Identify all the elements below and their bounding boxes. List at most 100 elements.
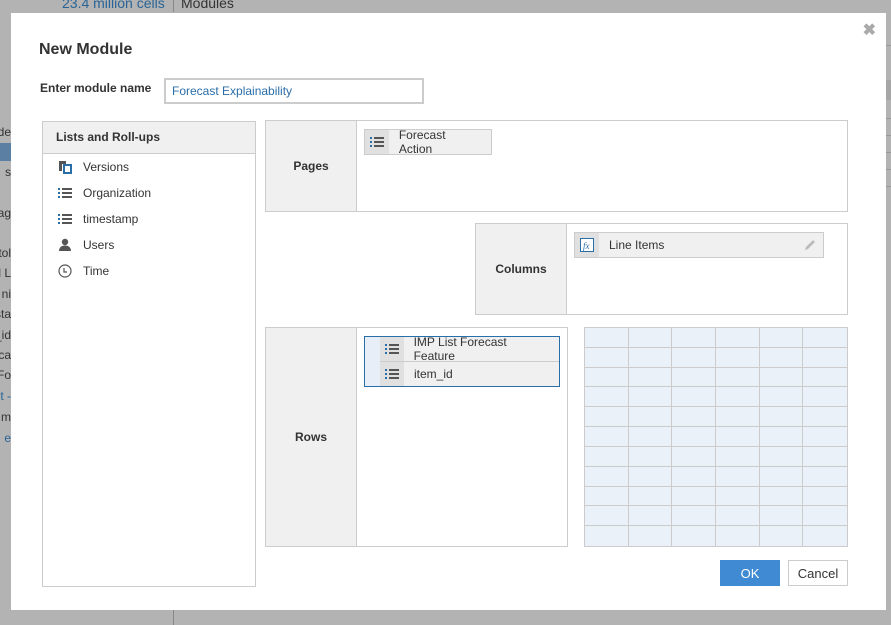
preview-grid-cell: [628, 446, 673, 467]
preview-grid-cell: [803, 487, 847, 507]
bg-fragment: tol: [0, 246, 11, 260]
list-item-label: Organization: [83, 186, 152, 200]
bg-fragment: Fo: [0, 368, 11, 382]
rows-chip-imp-list-forecast-feature[interactable]: IMP List Forecast Feature: [380, 335, 559, 363]
preview-grid-cell: [759, 486, 804, 507]
list-icon: [365, 130, 389, 154]
bg-fragment: l L: [0, 266, 11, 280]
preview-grid-cell: [716, 367, 760, 388]
preview-grid-cell: [628, 506, 673, 527]
cells-count-link[interactable]: 23.4 million cells: [62, 0, 165, 11]
divider: [173, 610, 174, 625]
list-item-organization[interactable]: Organization: [43, 180, 255, 206]
chip-label: Forecast Action: [398, 128, 446, 156]
preview-grid-cell: [585, 387, 629, 408]
preview-grid: [584, 327, 848, 547]
bg-fragment: m: [1, 410, 11, 424]
rows-group[interactable]: IMP List Forecast Feature item_id: [364, 335, 560, 387]
preview-grid-cell: [628, 367, 673, 388]
preview-grid-cell: [803, 348, 847, 368]
bg-selected-row: [0, 143, 11, 161]
preview-grid-cell: [803, 407, 847, 428]
list-icon: [380, 337, 404, 361]
preview-grid-cell: [672, 407, 716, 428]
columns-dropzone[interactable]: Columns fx Line Items: [475, 223, 848, 315]
preview-grid-cell: [803, 526, 847, 546]
preview-grid-cell: [585, 446, 629, 467]
list-icon: [380, 362, 404, 386]
chip-label: Line Items: [609, 238, 665, 252]
list-item-time[interactable]: Time: [43, 258, 255, 284]
preview-grid-cell: [672, 486, 716, 507]
preview-grid-cell: [759, 407, 804, 428]
preview-grid-cell: [672, 446, 716, 467]
preview-grid-cell: [759, 466, 804, 487]
preview-grid-cell: [803, 368, 847, 388]
rows-dropzone[interactable]: Rows IMP List Forecast Feature item_id: [265, 327, 568, 547]
preview-grid-cell: [585, 486, 629, 507]
columns-chip-line-items[interactable]: fx Line Items: [574, 232, 824, 258]
preview-grid-cell: [759, 387, 804, 408]
preview-grid-cell: [628, 407, 673, 428]
preview-grid-cell: [759, 506, 804, 527]
list-item-label: Versions: [83, 160, 130, 174]
user-icon: [57, 238, 73, 252]
versions-icon: [57, 160, 73, 174]
preview-grid-cell: [585, 328, 629, 348]
preview-grid-cell: [716, 347, 760, 368]
module-name-input[interactable]: [164, 78, 424, 104]
close-icon[interactable]: ✖: [863, 20, 876, 40]
preview-grid-cell: [716, 328, 760, 348]
bg-fragment: de: [0, 125, 11, 139]
preview-grid-cell: [759, 347, 804, 368]
background-header: 23.4 million cells Modules: [0, 0, 891, 12]
chip-label: IMP List Forecast Feature: [413, 335, 507, 363]
bg-fragment: t -: [0, 389, 11, 403]
preview-grid-cell: [803, 506, 847, 527]
dialog-title: New Module: [39, 41, 133, 58]
preview-grid-cell: [672, 526, 716, 546]
pages-chip-forecast-action[interactable]: Forecast Action: [364, 128, 492, 156]
preview-grid-cell: [716, 446, 760, 467]
list-item-users[interactable]: Users: [43, 232, 255, 258]
bg-fragment: ni: [1, 287, 11, 301]
list-item-timestamp[interactable]: timestamp: [43, 206, 255, 232]
ok-button[interactable]: OK: [720, 560, 780, 586]
preview-grid-cell: [803, 328, 847, 348]
preview-grid-cell: [672, 347, 716, 368]
preview-grid-cell: [585, 526, 629, 546]
preview-grid-cell: [585, 427, 629, 447]
preview-grid-cell: [803, 387, 847, 408]
preview-grid-cell: [629, 526, 673, 546]
preview-grid-cell: [716, 407, 760, 428]
bg-fragment: ag: [0, 206, 11, 220]
preview-grid-cell: [759, 446, 804, 467]
modules-tab[interactable]: Modules: [181, 0, 234, 11]
pencil-icon[interactable]: [803, 238, 817, 252]
list-item-label: Time: [83, 264, 110, 278]
fx-icon: fx: [575, 233, 599, 257]
preview-grid-cell: [585, 367, 629, 388]
preview-grid-cell: [716, 387, 760, 408]
pages-dropzone[interactable]: Pages Forecast Action: [265, 120, 848, 212]
cancel-button[interactable]: Cancel: [788, 560, 848, 586]
preview-grid-cell: [672, 506, 716, 527]
rows-chip-item-id[interactable]: item_id: [380, 362, 559, 386]
chip-label: item_id: [414, 367, 453, 381]
preview-grid-cell: [803, 427, 847, 447]
list-item-versions[interactable]: Versions: [43, 154, 255, 180]
preview-grid-cell: [716, 526, 760, 546]
preview-grid-cell: [672, 367, 716, 388]
list-item-label: Users: [83, 238, 115, 252]
preview-grid-cell: [672, 328, 716, 348]
preview-grid-cell: [803, 447, 847, 467]
columns-label: Columns: [476, 224, 567, 314]
preview-grid-cell: [672, 387, 716, 408]
clock-icon: [57, 264, 73, 278]
bg-fragment: _id: [0, 328, 11, 342]
bg-fragment: sta: [0, 307, 11, 321]
preview-grid-cell: [759, 427, 804, 447]
preview-grid-cell: [672, 427, 716, 447]
lists-panel: Lists and Roll-ups Versions Organization…: [42, 121, 256, 587]
bg-fragment: e: [4, 431, 11, 445]
